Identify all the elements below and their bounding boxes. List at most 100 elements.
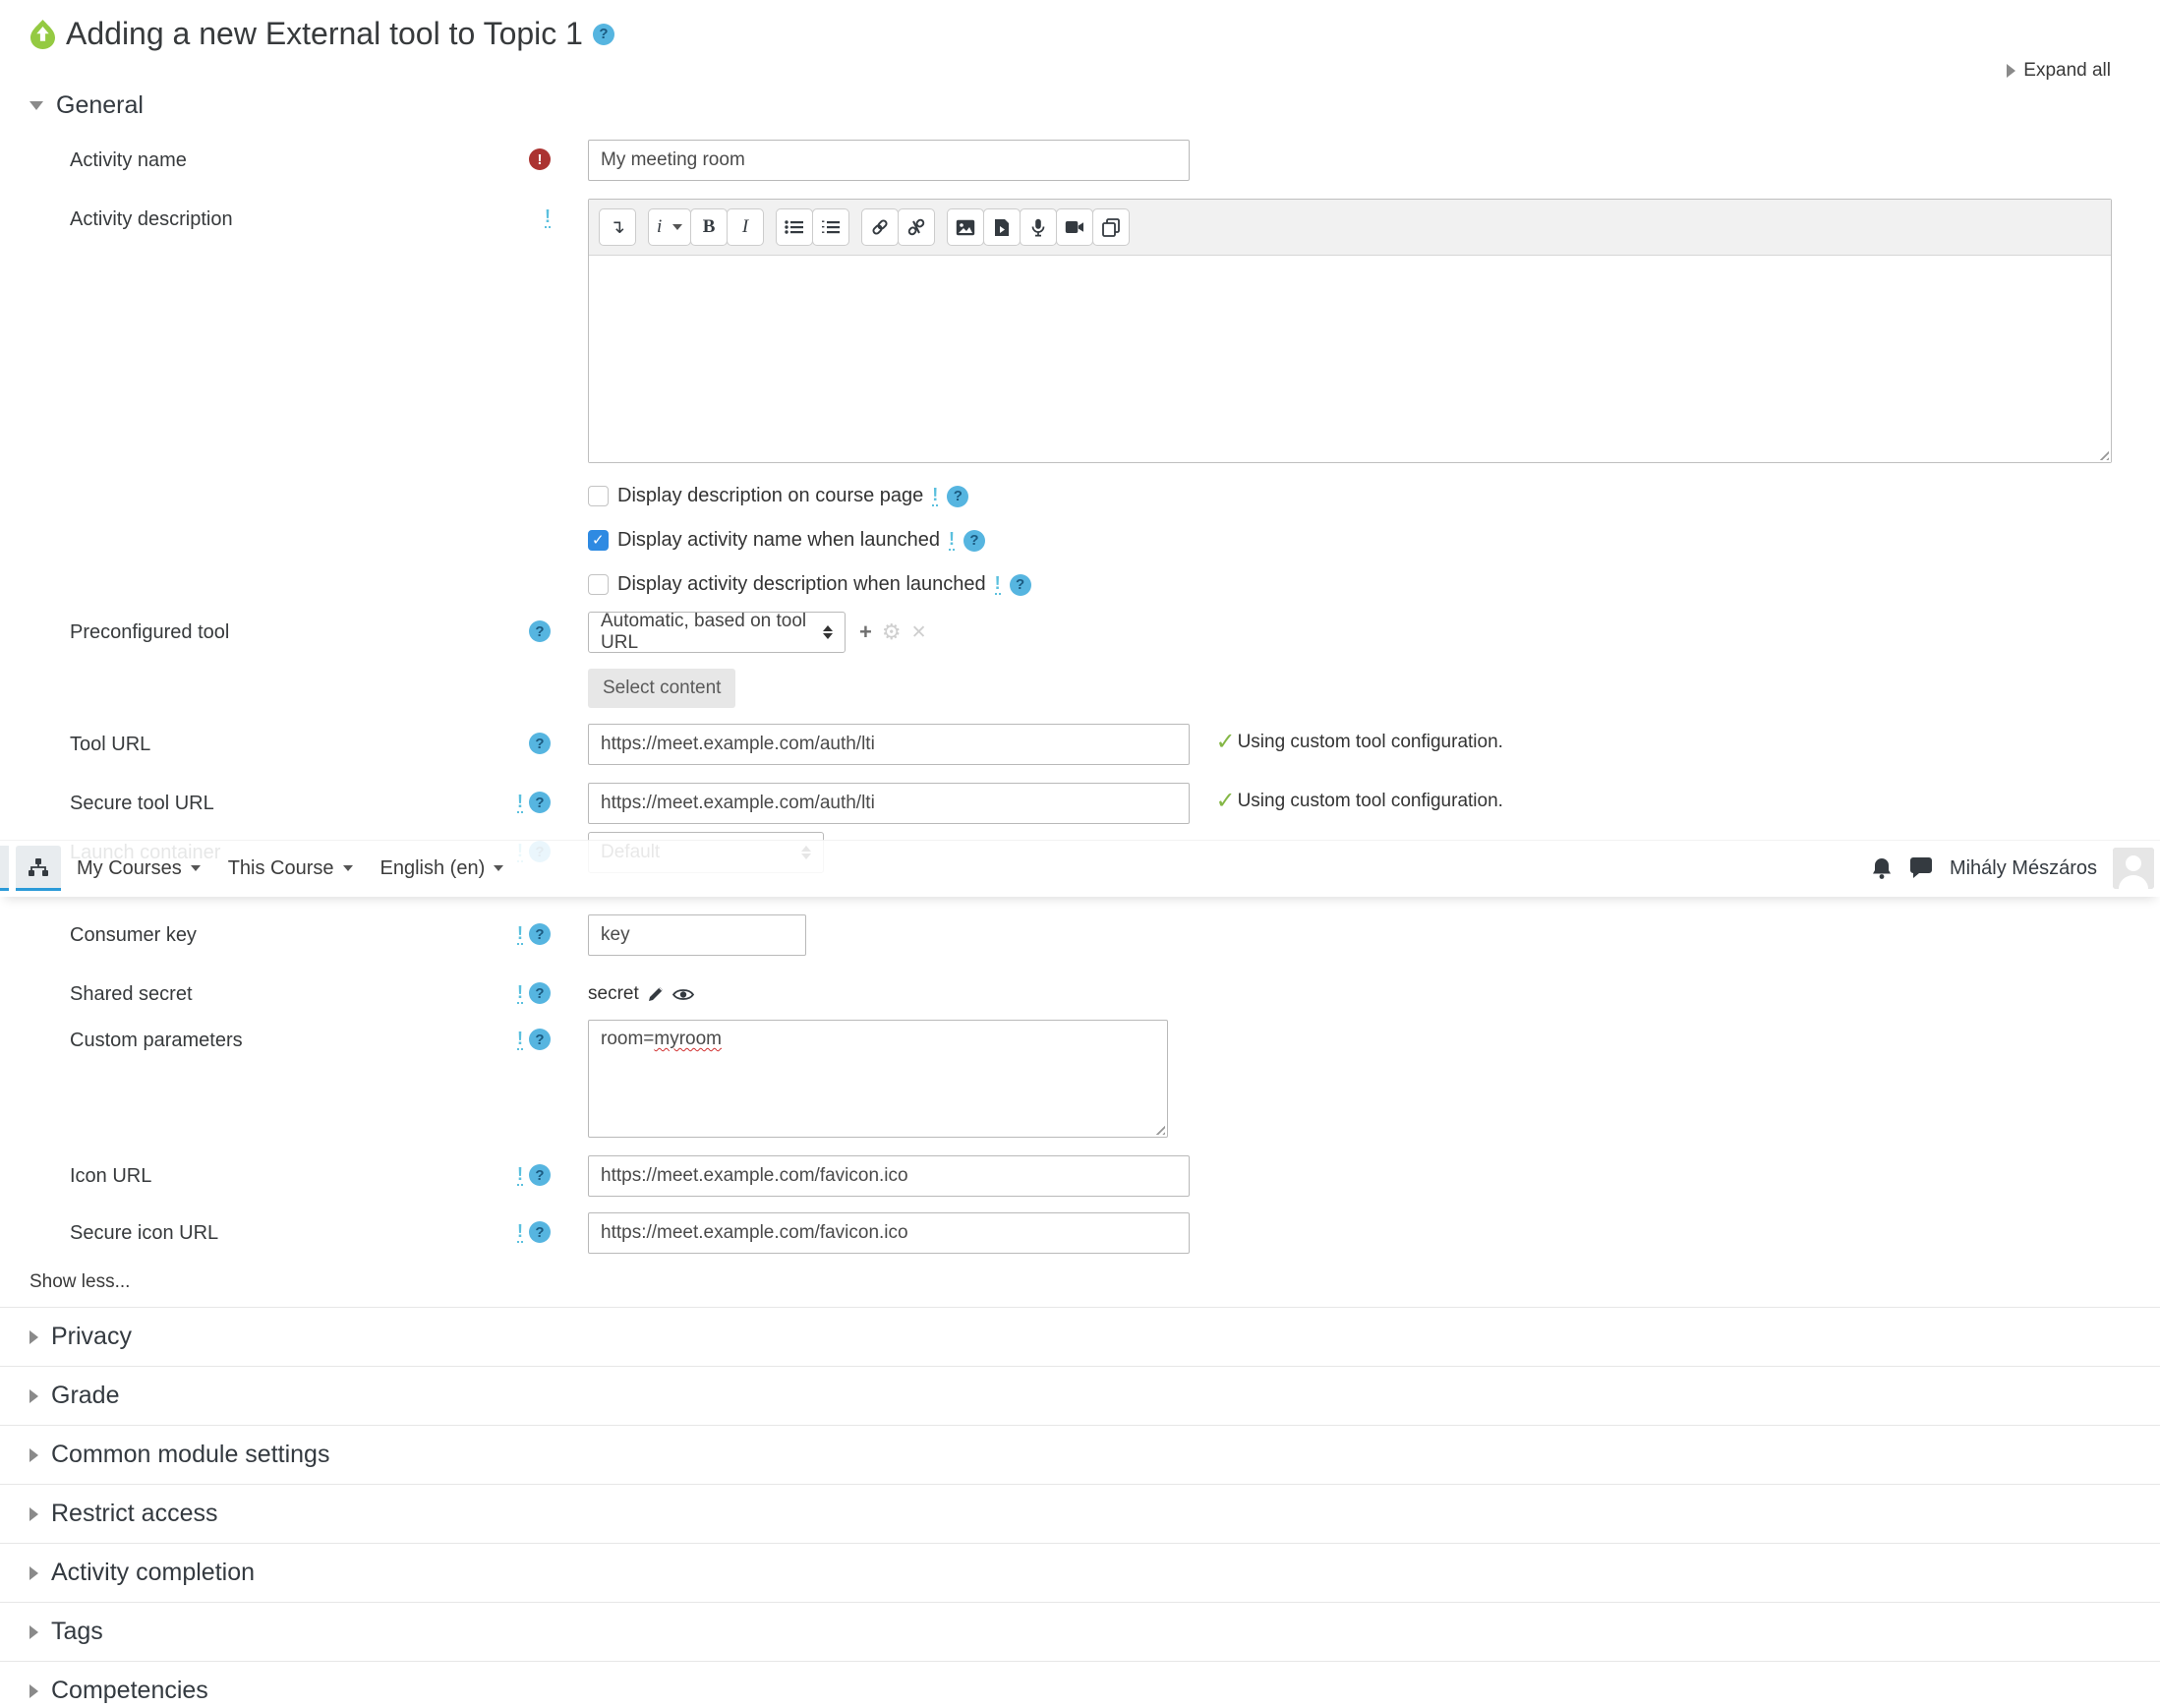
help-icon[interactable]: ?	[529, 982, 551, 1004]
expand-all-link[interactable]: Expand all	[0, 60, 2160, 82]
paragraph-styles-icon[interactable]: i	[648, 208, 692, 246]
sticky-navbar: My Courses This Course English (en) Mihá…	[0, 840, 2160, 897]
help-icon[interactable]: ?	[529, 1164, 551, 1186]
row-icon-url: Icon URL !?	[0, 1155, 2160, 1197]
row-secure-tool-url: Secure tool URL !? ✓ Using custom tool c…	[0, 783, 2160, 824]
italic-icon[interactable]: I	[727, 208, 765, 246]
insert-image-icon[interactable]	[947, 208, 985, 246]
help-icon[interactable]: ?	[529, 1029, 551, 1050]
chevron-right-icon	[29, 1388, 38, 1403]
section-activity-completion[interactable]: Activity completion	[0, 1543, 2160, 1587]
help-icon[interactable]: ?	[963, 529, 985, 552]
help-icon[interactable]: ?	[529, 923, 551, 945]
checkbox-label: Display activity name when launched	[617, 529, 940, 551]
nav-my-courses[interactable]: My Courses	[77, 857, 201, 880]
checkbox-label: Display activity description when launch…	[617, 573, 986, 595]
unlink-icon[interactable]	[898, 208, 936, 246]
custom-parameters-label: Custom parameters	[70, 1030, 243, 1051]
icon-url-label: Icon URL	[70, 1165, 152, 1187]
user-name[interactable]: Mihály Mészáros	[1950, 857, 2097, 880]
section-header-general[interactable]: General	[0, 91, 2160, 120]
tool-url-input[interactable]	[588, 724, 1190, 765]
nav-language[interactable]: English (en)	[380, 857, 504, 880]
shared-secret-label: Shared secret	[70, 983, 193, 1005]
section-restrict-access[interactable]: Restrict access	[0, 1484, 2160, 1528]
add-tool-icon[interactable]: +	[859, 619, 872, 645]
secure-tool-url-input[interactable]	[588, 783, 1190, 824]
chevron-right-icon	[29, 1624, 38, 1639]
display-description-checkbox[interactable]	[588, 486, 609, 506]
secure-tool-url-status: ✓ Using custom tool configuration.	[1215, 788, 1503, 814]
section-privacy[interactable]: Privacy	[0, 1307, 2160, 1351]
chevron-right-icon	[29, 1329, 38, 1344]
nav-this-course[interactable]: This Course	[228, 857, 353, 880]
advanced-icon: !	[517, 791, 523, 813]
show-less-link[interactable]: Show less...	[0, 1271, 2160, 1293]
display-activity-name-checkbox[interactable]	[588, 530, 609, 551]
advanced-icon: !	[517, 922, 523, 945]
resize-handle[interactable]	[2096, 447, 2109, 460]
collapse-toolbar-icon[interactable]: ↴	[599, 208, 636, 246]
show-secret-eye-icon[interactable]	[671, 987, 694, 1002]
nav-links: My Courses This Course English (en)	[77, 857, 504, 880]
manage-files-icon[interactable]	[1092, 208, 1131, 246]
tool-url-label: Tool URL	[70, 734, 151, 755]
editor-toolbar: ↴ i B I	[589, 200, 2111, 256]
section-grade[interactable]: Grade	[0, 1366, 2160, 1410]
chevron-down-icon	[190, 865, 201, 871]
bold-icon[interactable]: B	[690, 208, 729, 246]
section-competencies[interactable]: Competencies	[0, 1661, 2160, 1705]
resize-handle[interactable]	[1152, 1122, 1165, 1135]
avatar[interactable]	[2113, 848, 2154, 889]
rich-text-editor: ↴ i B I	[588, 199, 2112, 463]
link-icon[interactable]	[861, 208, 900, 246]
edit-tool-gear-icon: ⚙	[881, 619, 902, 644]
page: Adding a new External tool to Topic 1 ? …	[0, 0, 2160, 1708]
advanced-icon: !	[948, 529, 955, 551]
chevron-right-icon	[29, 1447, 38, 1462]
activity-name-input[interactable]	[588, 140, 1190, 181]
activity-name-label: Activity name	[70, 149, 187, 171]
row-activity-description: Activity description ! ↴ i B I	[0, 199, 2160, 463]
help-icon[interactable]: ?	[529, 620, 551, 642]
sitemap-icon	[29, 857, 48, 876]
misspelled-word: myroom	[654, 1029, 723, 1049]
chevron-right-icon	[29, 1683, 38, 1698]
chevron-right-icon	[29, 1565, 38, 1580]
custom-parameters-textarea[interactable]: room=myroom	[588, 1020, 1168, 1138]
select-content-button[interactable]: Select content	[588, 669, 736, 708]
notifications-bell-icon[interactable]	[1871, 856, 1893, 880]
messages-icon[interactable]	[1908, 857, 1934, 879]
icon-url-input[interactable]	[588, 1155, 1190, 1197]
title-help-icon[interactable]: ?	[592, 23, 614, 45]
preconfigured-tool-select[interactable]: Automatic, based on tool URL	[588, 611, 846, 653]
help-icon[interactable]: ?	[529, 792, 551, 813]
external-tool-icon	[30, 20, 55, 49]
navbar-right: Mihály Mészáros	[1871, 848, 2160, 889]
insert-media-icon[interactable]	[983, 208, 1022, 246]
shared-secret-value: secret	[588, 983, 639, 1004]
ordered-list-icon[interactable]	[812, 208, 850, 246]
secure-icon-url-input[interactable]	[588, 1212, 1190, 1254]
help-icon[interactable]: ?	[529, 1221, 551, 1243]
section-common-module-settings[interactable]: Common module settings	[0, 1425, 2160, 1469]
nav-edge-tab[interactable]	[0, 846, 9, 891]
advanced-icon: !	[517, 981, 523, 1004]
help-icon[interactable]: ?	[529, 733, 551, 754]
unordered-list-icon[interactable]	[776, 208, 814, 246]
record-audio-icon[interactable]	[1020, 208, 1058, 246]
row-custom-parameters: Custom parameters !? room=myroom	[0, 1020, 2160, 1138]
help-icon[interactable]: ?	[947, 485, 969, 507]
select-arrows-icon	[823, 625, 833, 639]
sitemap-tab[interactable]	[16, 846, 61, 891]
edit-pencil-icon[interactable]	[647, 985, 665, 1003]
record-video-icon[interactable]	[1056, 208, 1094, 246]
activity-description-label: Activity description	[70, 208, 233, 230]
editor-content-area[interactable]	[589, 256, 2111, 462]
chevron-right-icon	[2007, 64, 2016, 78]
collapsed-sections: Privacy Grade Common module settings Res…	[0, 1307, 2160, 1705]
help-icon[interactable]: ?	[1009, 573, 1031, 596]
section-tags[interactable]: Tags	[0, 1602, 2160, 1646]
display-activity-description-checkbox[interactable]	[588, 574, 609, 595]
consumer-key-input[interactable]	[588, 914, 806, 956]
